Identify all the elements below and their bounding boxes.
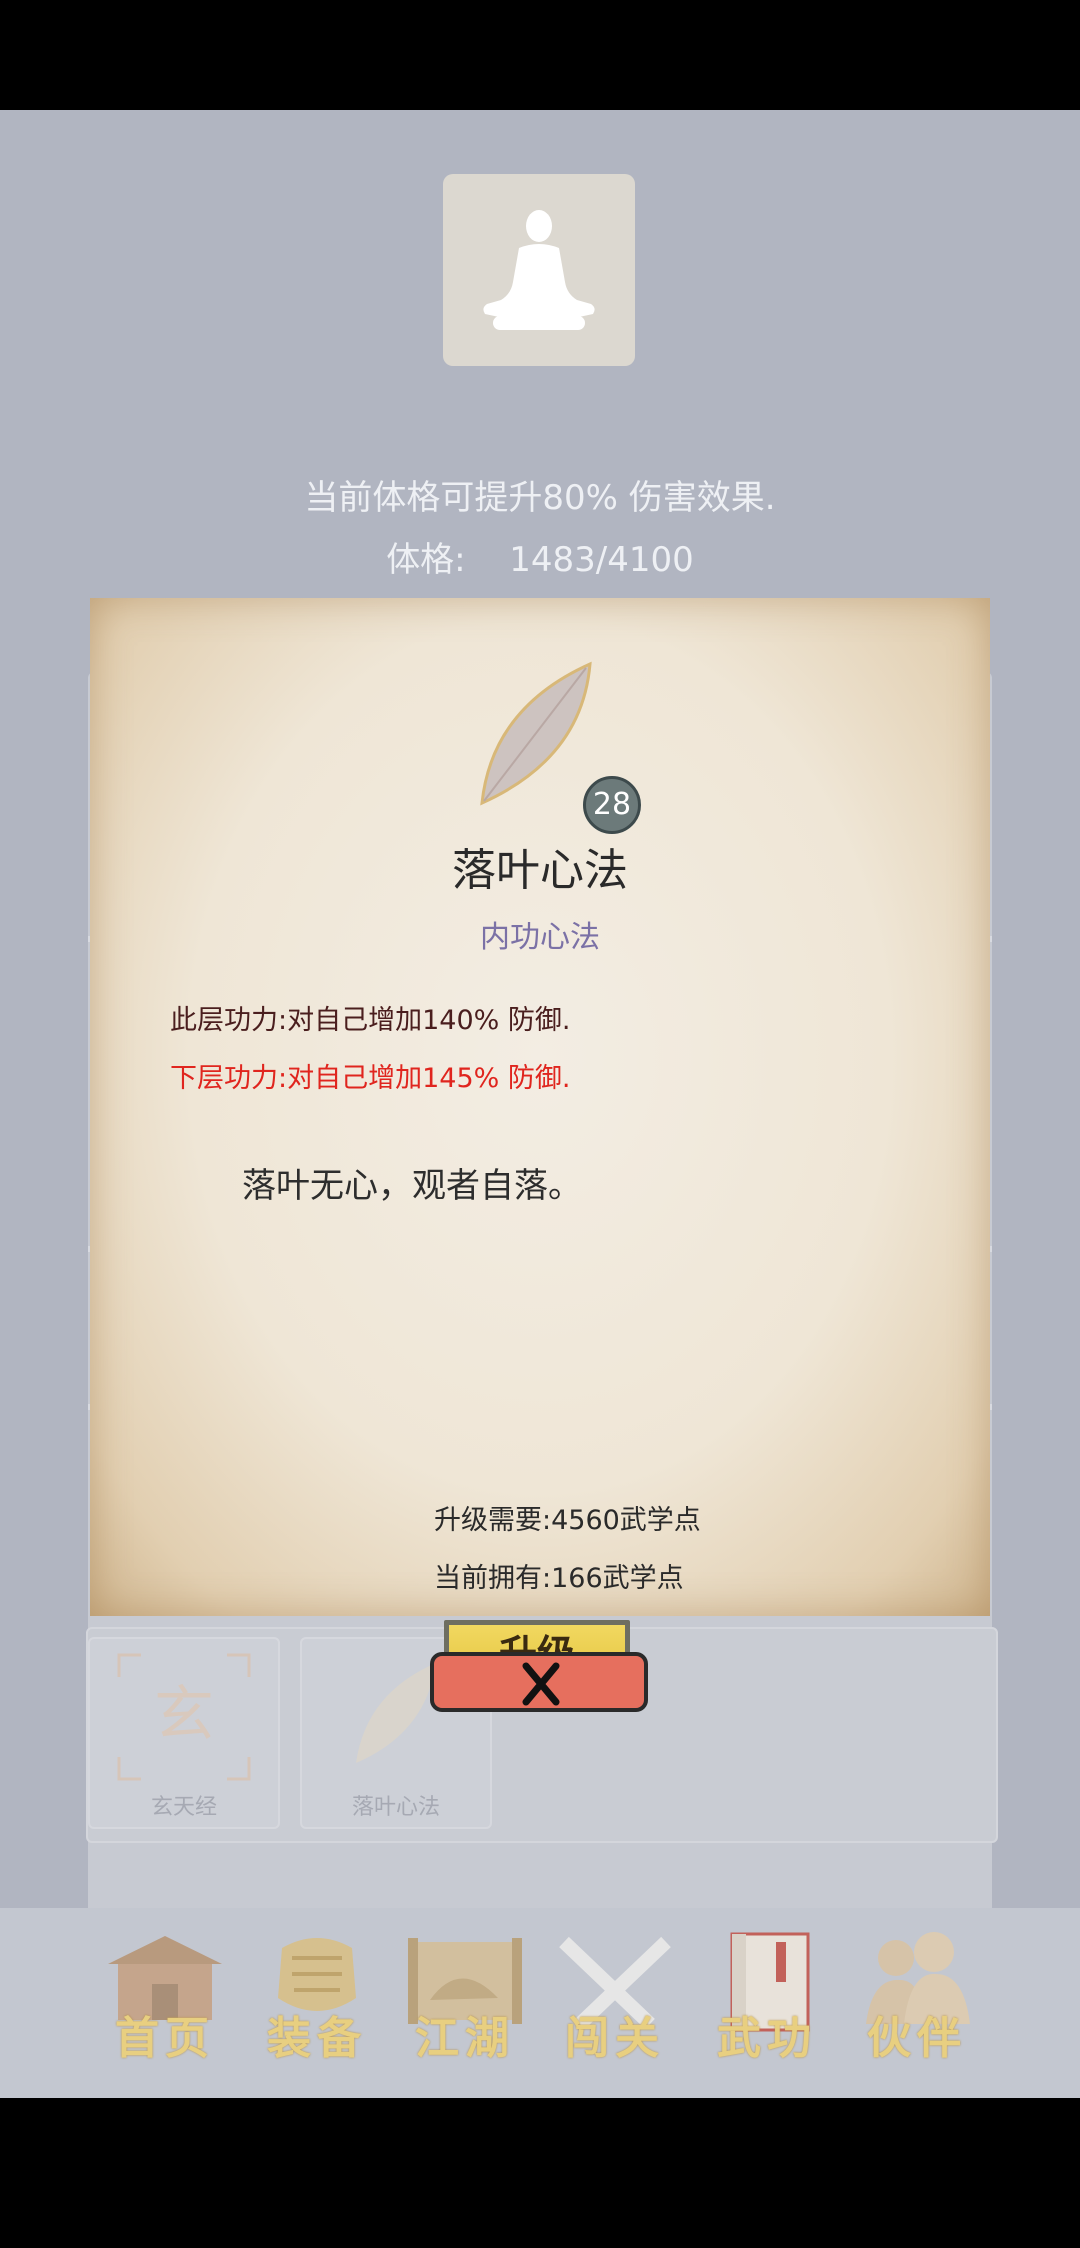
nav-label: 装备	[267, 2013, 367, 2064]
system-nav-bar-area	[0, 2098, 1080, 2248]
nav-item-jianghu[interactable]: 江湖	[400, 1928, 530, 2064]
close-button[interactable]	[430, 1652, 648, 1712]
nav-item-martial-arts[interactable]: 武功	[702, 1928, 832, 2064]
nav-item-home[interactable]: 首页	[100, 1928, 230, 2064]
nav-label: 伙伴	[867, 2013, 967, 2064]
close-icon	[522, 1662, 560, 1706]
constitution-value: 1483/4100	[509, 540, 694, 580]
leaf-icon	[480, 661, 592, 806]
nav-label: 首页	[115, 2013, 215, 2064]
constitution-label: 体格:	[386, 540, 466, 580]
nav-label: 江湖	[415, 2013, 515, 2064]
current-points: 当前拥有:166武学点	[434, 1563, 684, 1594]
bottom-navigation: 首页 装备 江湖 闯关 武功 伙伴	[0, 1908, 1080, 2098]
meditation-figure-icon	[483, 210, 595, 330]
constitution-bonus-text: 当前体格可提升80% 伤害效果.	[304, 478, 776, 518]
nav-item-companions[interactable]: 伙伴	[852, 1928, 982, 2064]
skill-slot-label: 落叶心法	[351, 1795, 440, 1820]
skill-slot-label: 玄天经	[150, 1795, 217, 1820]
constitution-row: 体格: 1483/4100	[0, 532, 1080, 581]
upgrade-cost: 升级需要:4560武学点	[434, 1505, 701, 1536]
character-avatar[interactable]	[443, 174, 635, 366]
skill-detail-dialog: 28 落叶心法 内功心法 此层功力:对自己增加140% 防御. 下层功力:对自己…	[90, 598, 990, 1690]
xuan-seal-icon: 玄	[117, 1653, 251, 1781]
skill-quote: 落叶无心，观者自落。	[242, 1166, 582, 1206]
nav-item-challenge[interactable]: 闯关	[550, 1928, 680, 2064]
nav-item-equipment[interactable]: 装备	[252, 1928, 382, 2064]
game-screen: 当前体格可提升80% 伤害效果. 体格: 1483/4100 玄 玄天经 落叶心…	[0, 110, 1080, 2098]
skill-level-badge: 28	[583, 776, 641, 834]
skill-slot[interactable]: 玄 玄天经	[88, 1637, 280, 1829]
svg-text:玄: 玄	[154, 1680, 214, 1750]
current-layer-effect: 此层功力:对自己增加140% 防御.	[170, 1005, 571, 1036]
next-layer-effect: 下层功力:对自己增加145% 防御.	[170, 1063, 571, 1094]
nav-label: 闯关	[565, 2013, 665, 2064]
skill-name: 落叶心法	[452, 845, 628, 896]
skill-type: 内功心法	[480, 920, 600, 955]
nav-label: 武功	[717, 2013, 817, 2064]
